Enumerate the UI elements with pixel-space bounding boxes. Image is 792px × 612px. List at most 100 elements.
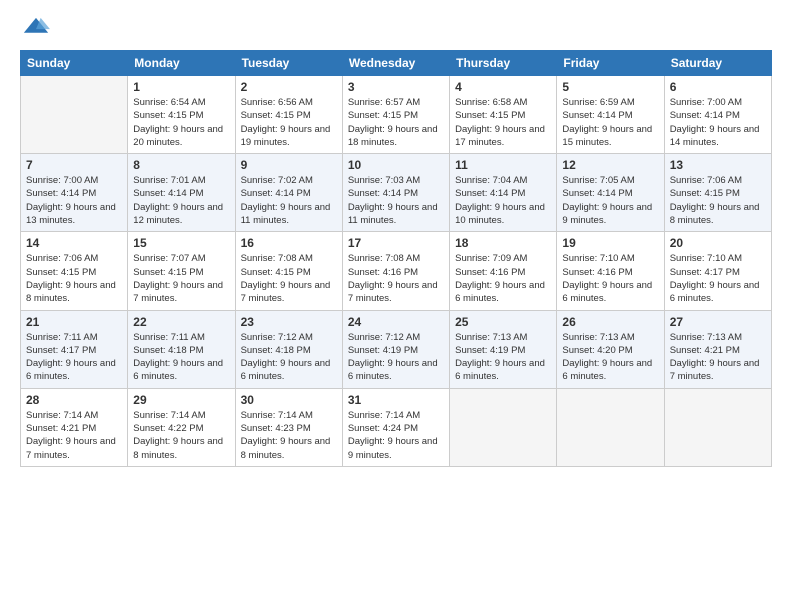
calendar-week-1: 1 Sunrise: 6:54 AMSunset: 4:15 PMDaylight… — [21, 76, 772, 154]
calendar-week-2: 7Sunrise: 7:00 AMSunset: 4:14 PMDaylight… — [21, 154, 772, 232]
day-info: Sunrise: 7:14 AMSunset: 4:22 PMDaylight:… — [133, 409, 229, 462]
day-number: 7 — [26, 158, 122, 172]
calendar-cell: 24 Sunrise: 7:12 AMSunset: 4:19 PMDayligh… — [342, 310, 449, 388]
day-number: 30 — [241, 393, 337, 407]
day-info: Sunrise: 7:03 AMSunset: 4:14 PMDaylight:… — [348, 174, 444, 227]
logo — [20, 16, 50, 40]
day-number: 29 — [133, 393, 229, 407]
day-info: Sunrise: 7:07 AMSunset: 4:15 PMDaylight:… — [133, 252, 229, 305]
calendar-cell: 16 Sunrise: 7:08 AMSunset: 4:15 PMDayligh… — [235, 232, 342, 310]
day-info: Sunrise: 7:05 AMSunset: 4:14 PMDaylight:… — [562, 174, 658, 227]
day-info: Sunrise: 6:58 AMSunset: 4:15 PMDaylight:… — [455, 96, 551, 149]
calendar-cell — [664, 388, 771, 466]
day-info: Sunrise: 7:12 AMSunset: 4:19 PMDaylight:… — [348, 331, 444, 384]
day-number: 16 — [241, 236, 337, 250]
day-info: Sunrise: 6:56 AMSunset: 4:15 PMDaylight:… — [241, 96, 337, 149]
day-number: 2 — [241, 80, 337, 94]
day-info: Sunrise: 7:08 AMSunset: 4:16 PMDaylight:… — [348, 252, 444, 305]
day-info: Sunrise: 7:13 AMSunset: 4:19 PMDaylight:… — [455, 331, 551, 384]
calendar-cell: 18 Sunrise: 7:09 AMSunset: 4:16 PMDayligh… — [450, 232, 557, 310]
day-info: Sunrise: 7:11 AMSunset: 4:18 PMDaylight:… — [133, 331, 229, 384]
day-number: 11 — [455, 158, 551, 172]
day-number: 31 — [348, 393, 444, 407]
calendar-header-monday: Monday — [128, 51, 235, 76]
day-number: 15 — [133, 236, 229, 250]
calendar-cell: 10 Sunrise: 7:03 AMSunset: 4:14 PMDayligh… — [342, 154, 449, 232]
calendar-cell: 5 Sunrise: 6:59 AMSunset: 4:14 PMDaylight… — [557, 76, 664, 154]
calendar-cell: 31 Sunrise: 7:14 AMSunset: 4:24 PMDayligh… — [342, 388, 449, 466]
day-info: Sunrise: 7:06 AMSunset: 4:15 PMDaylight:… — [26, 252, 122, 305]
calendar-cell: 12 Sunrise: 7:05 AMSunset: 4:14 PMDayligh… — [557, 154, 664, 232]
day-info: Sunrise: 7:00 AMSunset: 4:14 PMDaylight:… — [670, 96, 766, 149]
calendar-cell — [450, 388, 557, 466]
calendar-cell: 4 Sunrise: 6:58 AMSunset: 4:15 PMDaylight… — [450, 76, 557, 154]
day-number: 8 — [133, 158, 229, 172]
day-number: 5 — [562, 80, 658, 94]
logo-icon — [22, 16, 50, 44]
calendar-cell: 23 Sunrise: 7:12 AMSunset: 4:18 PMDayligh… — [235, 310, 342, 388]
day-number: 26 — [562, 315, 658, 329]
day-info: Sunrise: 7:14 AMSunset: 4:24 PMDaylight:… — [348, 409, 444, 462]
page: SundayMondayTuesdayWednesdayThursdayFrid… — [0, 0, 792, 612]
day-number: 4 — [455, 80, 551, 94]
calendar-header-sunday: Sunday — [21, 51, 128, 76]
calendar-cell: 17 Sunrise: 7:08 AMSunset: 4:16 PMDayligh… — [342, 232, 449, 310]
day-info: Sunrise: 7:10 AMSunset: 4:16 PMDaylight:… — [562, 252, 658, 305]
calendar-cell: 22 Sunrise: 7:11 AMSunset: 4:18 PMDayligh… — [128, 310, 235, 388]
calendar-cell: 25 Sunrise: 7:13 AMSunset: 4:19 PMDayligh… — [450, 310, 557, 388]
day-number: 22 — [133, 315, 229, 329]
day-number: 13 — [670, 158, 766, 172]
day-info: Sunrise: 7:11 AMSunset: 4:17 PMDaylight:… — [26, 331, 122, 384]
calendar-cell: 21 Sunrise: 7:11 AMSunset: 4:17 PMDayligh… — [21, 310, 128, 388]
day-number: 14 — [26, 236, 122, 250]
calendar-cell: 1 Sunrise: 6:54 AMSunset: 4:15 PMDaylight… — [128, 76, 235, 154]
calendar-table: SundayMondayTuesdayWednesdayThursdayFrid… — [20, 50, 772, 467]
day-info: Sunrise: 7:13 AMSunset: 4:21 PMDaylight:… — [670, 331, 766, 384]
calendar-header-saturday: Saturday — [664, 51, 771, 76]
calendar-header-wednesday: Wednesday — [342, 51, 449, 76]
day-number: 27 — [670, 315, 766, 329]
day-info: Sunrise: 7:13 AMSunset: 4:20 PMDaylight:… — [562, 331, 658, 384]
day-info: Sunrise: 7:10 AMSunset: 4:17 PMDaylight:… — [670, 252, 766, 305]
calendar-cell: 14 Sunrise: 7:06 AMSunset: 4:15 PMDayligh… — [21, 232, 128, 310]
calendar-cell: 13 Sunrise: 7:06 AMSunset: 4:15 PMDayligh… — [664, 154, 771, 232]
calendar-cell: 26 Sunrise: 7:13 AMSunset: 4:20 PMDayligh… — [557, 310, 664, 388]
calendar-cell: 30 Sunrise: 7:14 AMSunset: 4:23 PMDayligh… — [235, 388, 342, 466]
day-number: 12 — [562, 158, 658, 172]
day-info: Sunrise: 7:14 AMSunset: 4:21 PMDaylight:… — [26, 409, 122, 462]
calendar-cell: 28 Sunrise: 7:14 AMSunset: 4:21 PMDayligh… — [21, 388, 128, 466]
day-info: Sunrise: 7:12 AMSunset: 4:18 PMDaylight:… — [241, 331, 337, 384]
day-number: 25 — [455, 315, 551, 329]
day-info: Sunrise: 7:06 AMSunset: 4:15 PMDaylight:… — [670, 174, 766, 227]
day-number: 28 — [26, 393, 122, 407]
day-number: 24 — [348, 315, 444, 329]
day-number: 17 — [348, 236, 444, 250]
day-number: 10 — [348, 158, 444, 172]
calendar-cell — [557, 388, 664, 466]
day-number: 21 — [26, 315, 122, 329]
day-info: Sunrise: 7:08 AMSunset: 4:15 PMDaylight:… — [241, 252, 337, 305]
day-info: Sunrise: 7:04 AMSunset: 4:14 PMDaylight:… — [455, 174, 551, 227]
calendar-cell: 7Sunrise: 7:00 AMSunset: 4:14 PMDaylight… — [21, 154, 128, 232]
calendar-cell: 8Sunrise: 7:01 AMSunset: 4:14 PMDaylight… — [128, 154, 235, 232]
calendar-header-row: SundayMondayTuesdayWednesdayThursdayFrid… — [21, 51, 772, 76]
calendar-cell: 9Sunrise: 7:02 AMSunset: 4:14 PMDaylight… — [235, 154, 342, 232]
day-info: Sunrise: 7:14 AMSunset: 4:23 PMDaylight:… — [241, 409, 337, 462]
calendar-cell: 2 Sunrise: 6:56 AMSunset: 4:15 PMDaylight… — [235, 76, 342, 154]
calendar-cell: 27 Sunrise: 7:13 AMSunset: 4:21 PMDayligh… — [664, 310, 771, 388]
day-number: 1 — [133, 80, 229, 94]
calendar-header-friday: Friday — [557, 51, 664, 76]
calendar-cell — [21, 76, 128, 154]
day-info: Sunrise: 6:59 AMSunset: 4:14 PMDaylight:… — [562, 96, 658, 149]
day-number: 9 — [241, 158, 337, 172]
day-info: Sunrise: 7:09 AMSunset: 4:16 PMDaylight:… — [455, 252, 551, 305]
calendar-cell: 15 Sunrise: 7:07 AMSunset: 4:15 PMDayligh… — [128, 232, 235, 310]
day-info: Sunrise: 6:54 AMSunset: 4:15 PMDaylight:… — [133, 96, 229, 149]
calendar-week-5: 28 Sunrise: 7:14 AMSunset: 4:21 PMDayligh… — [21, 388, 772, 466]
day-number: 18 — [455, 236, 551, 250]
calendar-cell: 20Sunrise: 7:10 AMSunset: 4:17 PMDayligh… — [664, 232, 771, 310]
header — [20, 16, 772, 40]
day-number: 23 — [241, 315, 337, 329]
calendar-cell: 3Sunrise: 6:57 AMSunset: 4:15 PMDaylight… — [342, 76, 449, 154]
calendar-cell: 29 Sunrise: 7:14 AMSunset: 4:22 PMDayligh… — [128, 388, 235, 466]
